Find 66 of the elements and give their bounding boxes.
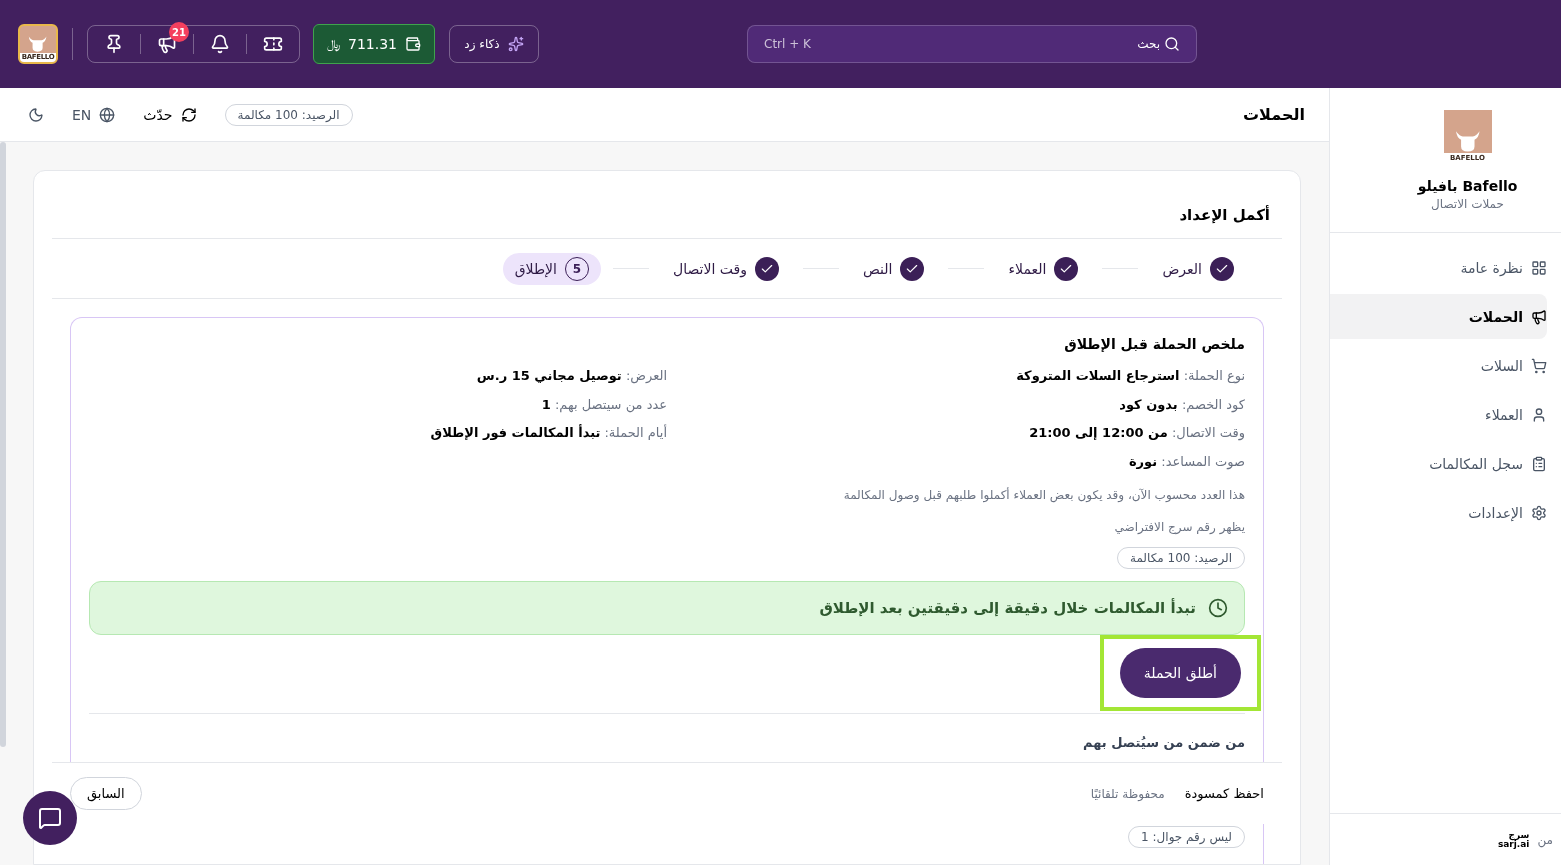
summary-title: ملخص الحملة قبل الإطلاق [1063, 335, 1245, 354]
wallet-icon [405, 36, 421, 52]
wizard-step[interactable]: وقت الاتصال [660, 252, 791, 285]
search-label: بحث [1137, 36, 1160, 52]
check-icon [900, 256, 925, 281]
card-title: أكمل الإعداد [1179, 204, 1270, 226]
nav-icon [1531, 259, 1547, 276]
note-text: يظهر رقم سرج الافتراضي [1113, 519, 1245, 535]
nav-icon [1531, 357, 1547, 374]
sidebar-item[interactable]: الإعدادات [1330, 490, 1547, 535]
ticket-icon[interactable] [263, 34, 283, 54]
step-label: وقت الاتصال [672, 259, 747, 279]
summary-field: كود الخصم: بدون كود [667, 394, 1245, 414]
refresh-button[interactable]: حدّث [143, 104, 197, 125]
wallet-button[interactable]: ﷼ 711.31 [313, 24, 435, 64]
note-text: هذا العدد محسوب الآن، وقد يكون بعض العملاء أكملوا طلبهم قبل وصول المكالمة [842, 487, 1245, 503]
check-icon [1054, 256, 1079, 281]
globe-icon [99, 106, 116, 123]
sparkles-icon [507, 36, 524, 52]
nav-icon [1531, 455, 1547, 472]
section-title: من ضمن من سيُتصل بهم [1082, 735, 1245, 750]
sidebar-item[interactable]: سجل المكالمات [1330, 441, 1547, 486]
notification-badge: 21 [169, 22, 189, 42]
chat-icon [38, 806, 62, 830]
nav-icon [1531, 504, 1547, 521]
save-draft-button[interactable]: احفظ كمسودة [1184, 783, 1264, 804]
previous-button[interactable]: السابق [70, 776, 142, 811]
refresh-icon [180, 106, 197, 123]
page-title: الحملات [1243, 103, 1305, 126]
nav-icon [1531, 406, 1547, 423]
launch-button[interactable]: أطلق الحملة [1119, 648, 1241, 698]
banner-text: تبدأ المكالمات خلال دقيقة إلى دقيقتين بعد الإطلاق [819, 597, 1196, 619]
summary-field: أيام الحملة: تبدأ المكالمات فور الإطلاق [89, 423, 667, 443]
currency-symbol: ﷼ [327, 36, 340, 52]
step-label: النص [862, 259, 893, 279]
sidebar-item[interactable]: الحملات [1330, 294, 1547, 339]
chat-button[interactable] [23, 791, 77, 845]
summary-field: صوت المساعد: نورة [667, 451, 1245, 471]
sidebar-item[interactable]: نظرة عامة [1330, 245, 1547, 290]
check-icon [754, 256, 779, 281]
step-label: العرض [1162, 259, 1202, 279]
autosave-status: محفوظة تلقائيًا [1090, 785, 1165, 802]
sidebar-item[interactable]: السلات [1330, 343, 1547, 388]
pin-icon[interactable] [104, 34, 124, 54]
step-label: الإطلاق [514, 259, 557, 279]
summary-field: وقت الاتصال: من 12:00 إلى 21:00 [667, 423, 1245, 443]
dark-mode-icon[interactable] [28, 106, 44, 123]
wizard-step[interactable]: العملاء [996, 252, 1091, 285]
sidebar-item[interactable]: العملاء [1330, 392, 1547, 437]
bell-icon[interactable] [210, 34, 230, 54]
shortcut-hint: Ctrl + K [764, 36, 811, 52]
check-icon [1210, 256, 1234, 281]
summary-field: نوع الحملة: استرجاع السلات المتروكة [667, 366, 1245, 386]
language-button[interactable]: EN [72, 104, 116, 125]
clock-icon [1208, 598, 1228, 618]
footer-text: من [1537, 831, 1553, 848]
wallet-amount: 711.31 [348, 35, 397, 54]
ai-button[interactable]: ذكاء زد [449, 25, 539, 63]
store-subtitle: حملات الاتصال [1431, 196, 1504, 212]
wizard-step[interactable]: النص [850, 252, 937, 285]
step-label: العملاء [1008, 259, 1047, 279]
search-icon [1164, 36, 1180, 52]
store-name: Bafello بافيلو [1417, 177, 1518, 196]
nav-icon [1531, 308, 1547, 325]
summary-field: العرض: توصيل مجاني 15 ر.س [89, 366, 667, 386]
wizard-step[interactable]: العرض [1150, 252, 1246, 285]
